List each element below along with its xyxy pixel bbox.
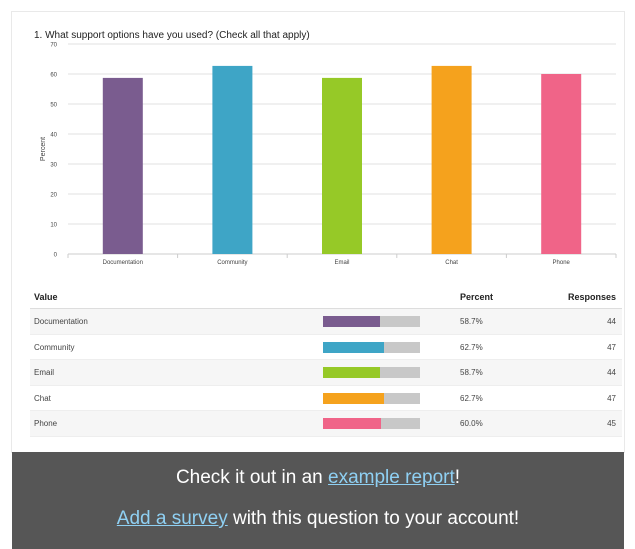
example-report-link[interactable]: example report [328,467,455,488]
percent-bar-track [323,418,420,429]
row-label: Phone [34,419,58,428]
row-responses: 45 [607,419,616,428]
y-tick-label: 0 [54,253,58,259]
bar-chat [431,65,472,255]
add-survey-link[interactable]: Add a survey [117,508,228,529]
y-tick-label: 30 [50,163,57,169]
table-header: Value Percent Responses [30,286,622,309]
row-percent: 62.7% [460,342,483,352]
footer-line-1: Check it out in an example report! [12,467,624,489]
x-tick-label: Documentation [103,260,143,266]
table-row: Email 58.7% 44 [30,360,622,386]
percent-bar-fill [323,392,384,404]
table-body: Documentation 58.7% 44 Community 62.7% 47 Emai… [30,309,622,437]
footer-line-2: Add a survey with this question to your … [12,508,624,530]
bar-phone [541,74,582,254]
bar-documentation [102,77,143,255]
y-tick-label: 50 [50,103,57,109]
row-percent: 58.7% [460,317,483,326]
promo-footer: Check it out in an example report! Add a… [12,452,624,549]
percent-bar-fill [323,367,380,378]
header-percent: Percent [460,292,494,302]
footer-text-2: with this question to your account! [227,508,520,529]
table-row: Community 62.7% 47 [30,335,622,360]
row-percent: 60.0% [460,419,483,428]
row-label: Chat [34,393,51,403]
footer-text: Check it out in an [175,467,329,488]
row-responses: 47 [607,393,616,403]
header-responses: Responses [567,292,616,302]
footer-text-end: ! [454,467,461,488]
percent-bar-fill [323,316,380,327]
table-row: Phone 60.0% 45 [30,411,622,437]
y-tick-label: 40 [50,133,57,139]
row-label: Documentation [34,317,88,326]
row-percent: 58.7% [460,368,483,377]
percent-bar-fill [323,341,384,353]
x-tick-label: Email [334,260,349,266]
bar-email [322,77,362,255]
bar-chart: 0 10 20 30 40 50 60 70 Percent Documentation Commu… [40,43,617,266]
percent-bar-track [323,367,420,378]
table-row: Chat 62.7% 47 [30,386,622,411]
row-responses: 47 [607,342,616,352]
y-tick-label: 20 [50,193,57,199]
x-tick-label: Chat [445,260,458,266]
row-percent: 62.7% [460,393,483,403]
table-row: Documentation 58.7% 44 [30,309,622,335]
bar-community [212,65,253,255]
results-table: Value Percent Responses Documentation 58.… [30,286,622,437]
row-responses: 44 [607,368,616,377]
percent-bar-track [323,316,420,327]
row-responses: 44 [607,317,616,326]
percent-bar-fill [323,418,382,429]
x-tick-label: Community [217,260,247,266]
header-value: Value [34,292,58,302]
y-tick-label: 70 [50,43,57,49]
row-label: Email [34,368,55,377]
x-tick-label: Phone [553,260,571,266]
y-axis-label: Percent [40,137,47,161]
percent-bar-track [323,392,420,404]
y-tick-label: 10 [50,223,57,229]
y-tick-label: 60 [50,73,57,79]
percent-bar-track [323,341,420,353]
row-label: Community [34,342,75,352]
